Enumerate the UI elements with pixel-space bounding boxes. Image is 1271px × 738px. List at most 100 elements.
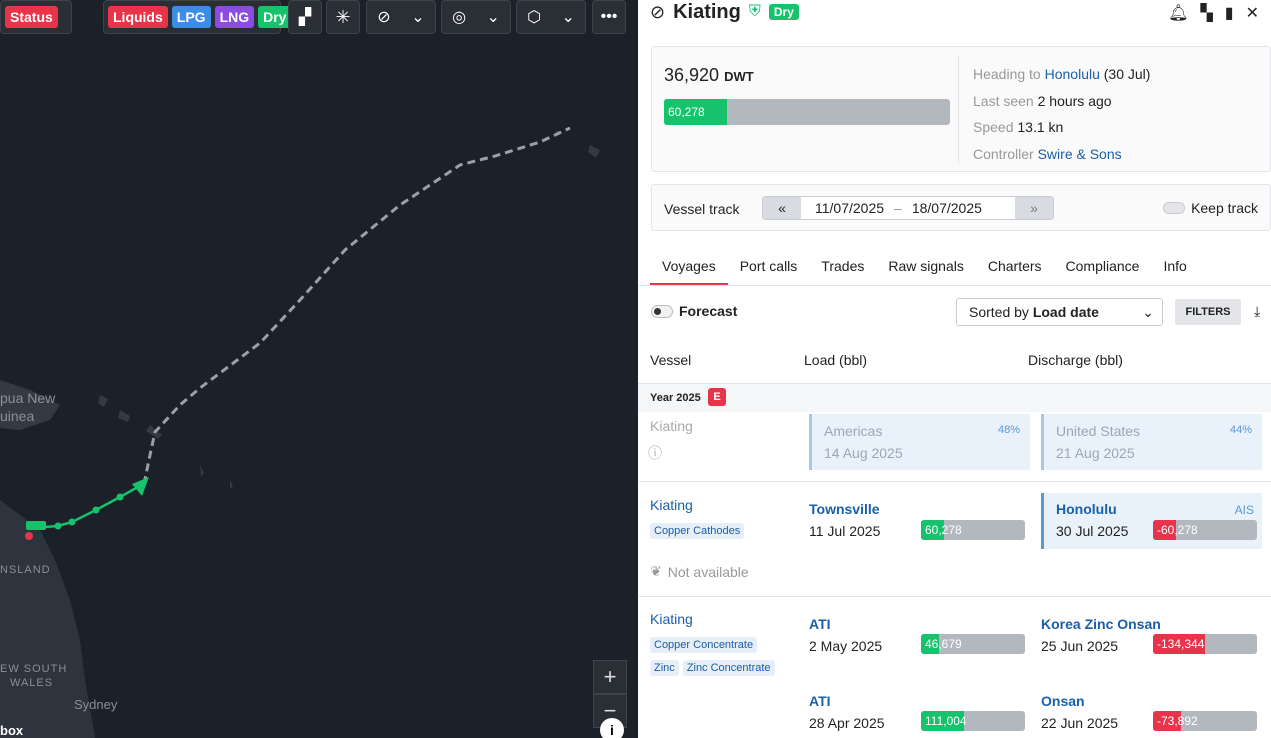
load-port-link[interactable]: ATI: [809, 693, 831, 709]
discharge-port-link[interactable]: Korea Zinc Onsan: [1041, 616, 1161, 632]
dashboard-icon: ▞: [298, 9, 312, 26]
discharge-port-link[interactable]: Onsan: [1041, 693, 1085, 709]
mapbox-logo: box: [0, 723, 24, 738]
vessel-name: Kiating: [673, 0, 741, 23]
status-button[interactable]: Status: [5, 6, 58, 28]
discharge-qty-bar: -134,344: [1153, 634, 1257, 654]
tab-compliance[interactable]: Compliance: [1054, 250, 1152, 285]
date-from[interactable]: 11/07/2025: [815, 200, 884, 216]
tab-raw-signals[interactable]: Raw signals: [876, 250, 975, 285]
cargo-chips: Zinc Zinc Concentrate: [650, 658, 779, 676]
discharge-qty-fill: -60,278: [1153, 520, 1198, 540]
liquids-filter[interactable]: Liquids: [108, 6, 168, 28]
zoom-in-button[interactable]: +: [593, 660, 627, 694]
forecast-dis-date: 21 Aug 2025: [1056, 445, 1135, 461]
polygon-dropdown[interactable]: ⬡ ⌄: [516, 0, 586, 34]
map-view[interactable]: Status Liquids LPG LNG Dry ▞ ✳ ⊘ ⌄ ◎ ⌄ ⬡ ⌄ …: [0, 0, 638, 738]
estimate-badge: E: [708, 388, 726, 406]
heading-port-link[interactable]: Honolulu: [1045, 66, 1100, 82]
dry-filter[interactable]: Dry: [258, 6, 292, 28]
year-label: Year 2025: [650, 392, 701, 404]
hexagon-icon: ⬡: [527, 9, 542, 26]
cargo-chip: Copper Concentrate: [650, 637, 758, 653]
more-button[interactable]: •••: [592, 0, 626, 34]
double-chevron-left-icon: «: [778, 200, 786, 216]
lpg-filter[interactable]: LPG: [171, 6, 211, 28]
forecast-load-date: 14 Aug 2025: [824, 445, 903, 461]
sort-select[interactable]: Sorted by Load date ⌄: [956, 298, 1163, 326]
discharge-cell[interactable]: Honolulu AIS 30 Jul 2025 -60,278: [1041, 493, 1262, 549]
navigation-icon: ⊘: [650, 1, 666, 22]
map-label-png2: uinea: [0, 408, 35, 424]
forecast-discharge-cell[interactable]: United States 44% 21 Aug 2025: [1041, 414, 1262, 470]
divider: [638, 596, 1271, 597]
add-widget-icon[interactable]: ▚: [1200, 3, 1212, 23]
load-port-link[interactable]: Townsville: [809, 501, 880, 517]
cargo-bar: 60,278: [664, 99, 950, 125]
cargo-bar-fill: 60,278: [664, 99, 727, 125]
toggle-switch[interactable]: [1163, 202, 1186, 214]
download-icon[interactable]: ⤓: [1254, 303, 1260, 320]
col-load: Load (bbl): [804, 352, 868, 368]
date-to[interactable]: 18/07/2025: [912, 200, 982, 216]
controller-link[interactable]: Swire & Sons: [1038, 146, 1122, 162]
sort-value: Load date: [1032, 304, 1099, 320]
compass-dropdown[interactable]: ⊘ ⌄: [366, 0, 436, 34]
forecast-load-cell[interactable]: Americas 48% 14 Aug 2025: [809, 414, 1030, 470]
keep-track-toggle[interactable]: Keep track: [1163, 200, 1258, 216]
filters-button[interactable]: FILTERS: [1175, 299, 1241, 325]
map-canvas: [0, 126, 600, 738]
target-dropdown[interactable]: ◎ ⌄: [441, 0, 511, 34]
close-icon[interactable]: ✕: [1246, 3, 1259, 23]
tab-port-calls[interactable]: Port calls: [728, 250, 810, 285]
speed-label: Speed: [973, 119, 1014, 135]
date-dash: –: [894, 200, 902, 216]
tab-voyages[interactable]: Voyages: [650, 250, 728, 285]
keep-track-label: Keep track: [1191, 200, 1258, 216]
ais-tag: AIS: [1234, 503, 1254, 517]
prev-range-button[interactable]: «: [763, 197, 801, 219]
forecast-switch[interactable]: [651, 304, 673, 318]
vessel-panel: ⊘ Kiating ⛨ Dry 🔔︎ ▚ ▮ ✕ 36,920 DWT 60,2…: [638, 0, 1271, 738]
voyage-vessel-link[interactable]: Kiating: [650, 611, 693, 627]
forecast-vessel[interactable]: Kiating: [650, 418, 693, 434]
info-button[interactable]: i: [600, 718, 624, 738]
target-icon: ◎: [452, 9, 467, 26]
tab-trades[interactable]: Trades: [809, 250, 876, 285]
discharge-port-link[interactable]: Honolulu: [1056, 501, 1117, 517]
voyage-vessel-link[interactable]: Kiating: [650, 497, 693, 513]
tab-charters[interactable]: Charters: [976, 250, 1054, 285]
chevron-down-icon: ⌄: [411, 9, 425, 26]
dwt-display: 36,920 DWT: [664, 65, 754, 86]
chevron-down-icon: ⌄: [486, 9, 500, 26]
discharge-date: 30 Jul 2025: [1056, 523, 1129, 539]
discharge-qty-fill: -134,344: [1153, 634, 1205, 654]
panel-header: ⊘ Kiating ⛨ Dry: [650, 0, 799, 24]
sort-prefix: Sorted by: [969, 304, 1029, 320]
controller-label: Controller: [973, 145, 1034, 162]
load-port-link[interactable]: ATI: [809, 616, 831, 632]
compass-icon: ⊘: [377, 9, 391, 26]
bookmark-icon[interactable]: ▮: [1225, 3, 1234, 23]
next-range-button[interactable]: »: [1015, 197, 1053, 219]
forecast-toggle[interactable]: Forecast: [651, 303, 737, 319]
layers-button[interactable]: ▞: [288, 0, 322, 34]
heading-label: Heading to: [973, 66, 1041, 82]
double-chevron-right-icon: »: [1030, 200, 1038, 216]
cargo-chips: Copper Concentrate: [650, 635, 761, 653]
verified-shield-icon: ⛨: [748, 3, 761, 20]
vessel-track-label: Vessel track: [664, 201, 740, 217]
discharge-date: 25 Jun 2025: [1041, 638, 1119, 654]
lng-filter[interactable]: LNG: [214, 6, 255, 28]
info-circle-icon: ⓘ: [648, 445, 662, 461]
bell-icon[interactable]: 🔔︎: [1168, 3, 1188, 23]
weather-button[interactable]: ✳: [326, 0, 360, 34]
load-qty-bar: 46,679: [921, 634, 1025, 654]
load-qty-fill: 60,278: [921, 520, 962, 540]
forecast-dis-region: United States: [1056, 423, 1141, 439]
cargo-chip: Copper Cathodes: [650, 523, 745, 539]
load-date: 28 Apr 2025: [809, 715, 885, 731]
tab-info[interactable]: Info: [1151, 250, 1198, 285]
load-qty-fill: 111,004: [921, 711, 967, 731]
cargo-chips: Copper Cathodes: [650, 521, 748, 539]
